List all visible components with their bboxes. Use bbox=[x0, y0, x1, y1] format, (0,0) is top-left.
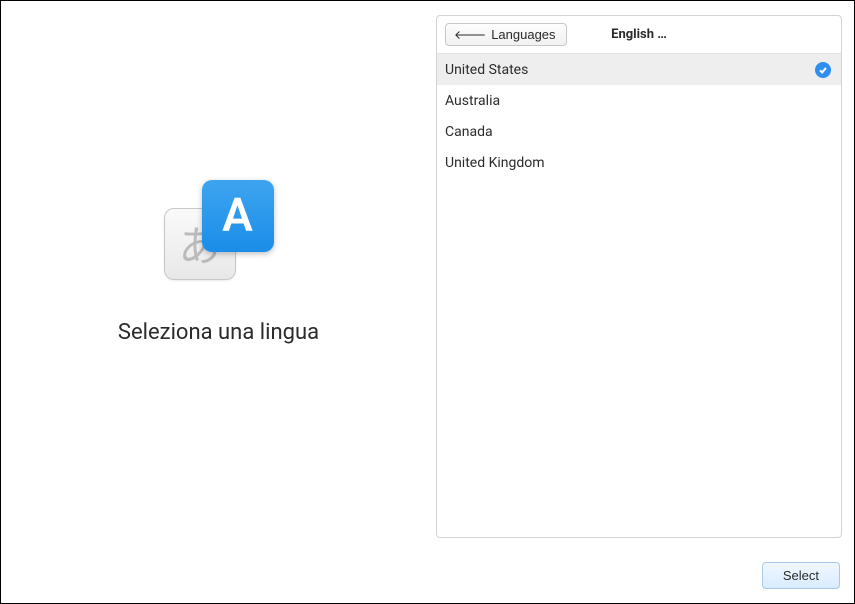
left-pane: あ A Seleziona una lingua bbox=[1, 1, 436, 603]
list-body: United States Australia Canada United Kingd… bbox=[437, 54, 841, 537]
panel-title: English … bbox=[611, 27, 667, 42]
list-item-label: United Kingdom bbox=[445, 155, 831, 171]
latin-char-icon: A bbox=[202, 180, 274, 252]
right-pane: 🡐 Languages English … United States Austr… bbox=[436, 1, 854, 603]
back-button[interactable]: 🡐 Languages bbox=[445, 23, 567, 46]
list-item-label: Australia bbox=[445, 93, 831, 109]
back-button-label: Languages bbox=[491, 27, 555, 42]
list-item[interactable]: United States bbox=[437, 54, 841, 85]
panel-header: 🡐 Languages English … bbox=[437, 16, 841, 54]
list-item[interactable]: Australia bbox=[437, 85, 841, 116]
select-button[interactable]: Select bbox=[762, 562, 840, 589]
list-item[interactable]: Canada bbox=[437, 116, 841, 147]
language-icon: あ A bbox=[164, 180, 274, 290]
list-item-label: Canada bbox=[445, 124, 831, 140]
arrow-left-icon: 🡐 bbox=[454, 27, 486, 42]
list-item[interactable]: United Kingdom bbox=[437, 147, 841, 178]
list-item-label: United States bbox=[445, 62, 815, 78]
footer: Select bbox=[762, 562, 840, 589]
prompt-text: Seleziona una lingua bbox=[118, 320, 319, 345]
check-icon bbox=[815, 62, 831, 78]
language-list-panel: 🡐 Languages English … United States Austr… bbox=[436, 15, 842, 538]
